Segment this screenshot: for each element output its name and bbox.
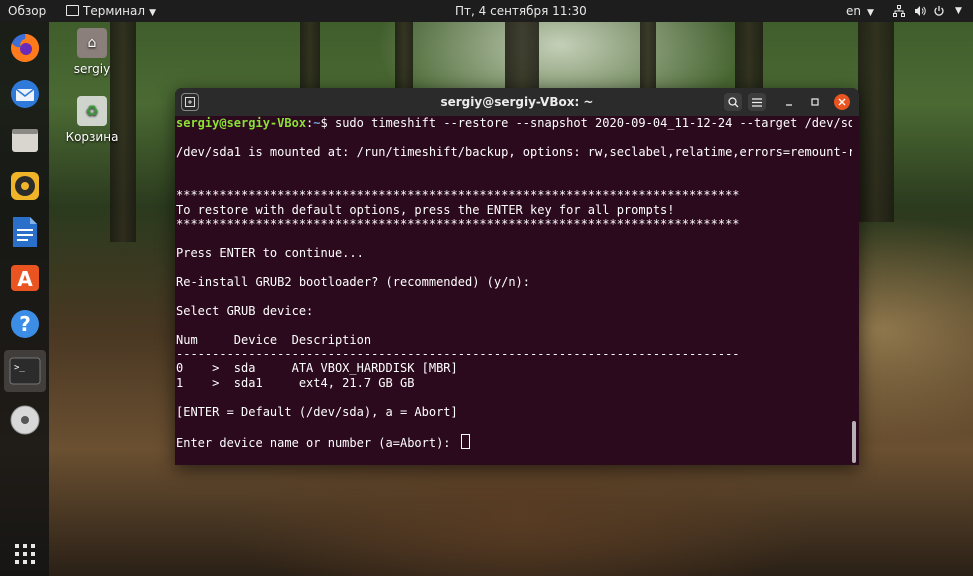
output-line: Select GRUB device:: [176, 303, 314, 318]
close-icon: [838, 98, 846, 106]
chevron-down-icon[interactable]: ▼: [955, 0, 962, 22]
terminal-titlebar[interactable]: sergiy@sergiy-VBox: ~: [175, 88, 859, 116]
output-line: ****************************************…: [176, 188, 740, 203]
software-center-icon[interactable]: A: [7, 260, 43, 296]
input-prompt: Enter device name or number (a=Abort):: [176, 435, 458, 450]
output-line: [ENTER = Default (/dev/sda), a = Abort]: [176, 404, 458, 419]
output-line: 1 > sda1 ext4, 21.7 GB GB: [176, 375, 415, 390]
hamburger-icon: [752, 97, 762, 107]
minimize-button[interactable]: [780, 93, 798, 111]
output-line: ****************************************…: [176, 217, 740, 232]
app-menu-label: Терминал: [83, 4, 146, 18]
network-icon[interactable]: [893, 0, 905, 22]
prompt-end: $: [320, 116, 335, 130]
activities-button[interactable]: Обзор: [8, 0, 46, 22]
desktop-home-folder[interactable]: ⌂ sergiy: [57, 28, 127, 76]
output-line: /dev/sda1 is mounted at: /run/timeshift/…: [176, 144, 852, 159]
rhythmbox-icon[interactable]: [7, 168, 43, 204]
dvd-icon[interactable]: [7, 402, 43, 438]
svg-text:>_: >_: [14, 363, 25, 373]
prompt-user: sergiy@sergiy-VBox: [176, 116, 307, 130]
scrollbar-thumb[interactable]: [852, 421, 856, 463]
terminal-small-icon: [66, 5, 79, 16]
desktop-trash-label: Корзина: [65, 130, 119, 144]
chevron-down-icon: ▼: [149, 8, 156, 18]
svg-text:A: A: [17, 267, 33, 291]
top-bar: Обзор Терминал ▼ Пт, 4 сентября 11:30 en ▼…: [0, 0, 973, 22]
background-tree: [858, 22, 894, 222]
minimize-icon: [786, 104, 792, 106]
help-icon[interactable]: ?: [7, 306, 43, 342]
maximize-icon: [811, 98, 819, 106]
command-text: sudo timeshift --restore --snapshot 2020…: [334, 116, 852, 130]
terminal-output[interactable]: sergiy@sergiy-VBox:~$ sudo timeshift --r…: [175, 116, 852, 465]
language-menu[interactable]: en ▼: [846, 0, 874, 22]
chevron-down-icon: ▼: [867, 8, 874, 18]
svg-text:?: ?: [19, 312, 31, 336]
menu-button[interactable]: [748, 93, 766, 111]
app-menu[interactable]: Терминал ▼: [66, 0, 156, 22]
search-button[interactable]: [724, 93, 742, 111]
command-line: sergiy@sergiy-VBox:~$ sudo timeshift --r…: [176, 116, 852, 130]
output-line: To restore with default options, press t…: [176, 202, 675, 217]
prompt-path: ~: [313, 116, 321, 130]
volume-icon[interactable]: [914, 0, 926, 22]
language-label: en: [846, 4, 861, 18]
maximize-button[interactable]: [806, 93, 824, 111]
input-line[interactable]: Enter device name or number (a=Abort):: [176, 433, 852, 450]
terminal-scrollbar[interactable]: [851, 116, 859, 465]
libreoffice-writer-icon[interactable]: [7, 214, 43, 250]
power-icon[interactable]: [933, 0, 945, 22]
files-icon[interactable]: [7, 122, 43, 158]
dock: A ? >_: [0, 22, 49, 576]
trash-icon: ♻: [77, 96, 107, 126]
thunderbird-icon[interactable]: [7, 76, 43, 112]
clock[interactable]: Пт, 4 сентября 11:30: [455, 0, 587, 22]
output-lines: /dev/sda1 is mounted at: /run/timeshift/…: [176, 130, 852, 433]
text-cursor: [460, 433, 470, 449]
home-folder-icon: ⌂: [77, 28, 107, 58]
terminal-icon[interactable]: >_: [4, 350, 46, 392]
output-line: Re-install GRUB2 bootloader? (recommende…: [176, 274, 531, 289]
terminal-window[interactable]: sergiy@sergiy-VBox: ~ sergiy@sergiy-VBox…: [175, 88, 859, 465]
desktop-trash[interactable]: ♻ Корзина: [57, 96, 127, 144]
desktop-home-label: sergiy: [73, 62, 111, 76]
search-icon: [727, 96, 738, 107]
output-line: ----------------------------------------…: [176, 347, 740, 361]
firefox-icon[interactable]: [7, 30, 43, 66]
output-line: Press ENTER to continue...: [176, 245, 364, 260]
output-line: 0 > sda ATA VBOX_HARDDISK [MBR]: [176, 361, 458, 376]
output-line: Num Device Description: [176, 332, 372, 347]
close-button[interactable]: [834, 94, 850, 110]
show-apps-icon[interactable]: [7, 536, 43, 572]
